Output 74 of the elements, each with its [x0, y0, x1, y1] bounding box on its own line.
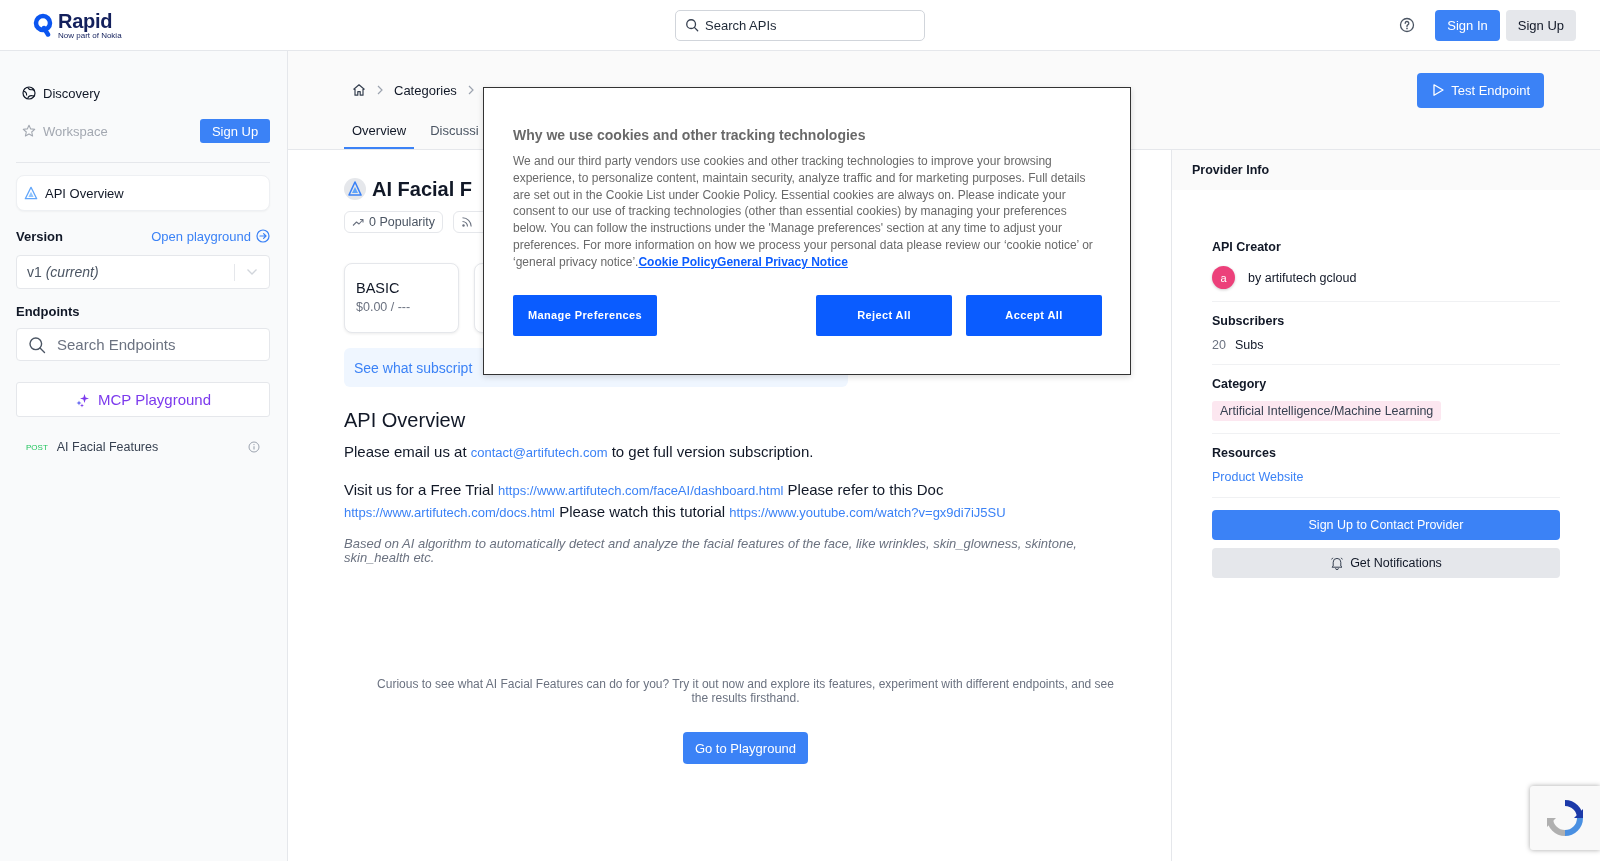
- policy-link[interactable]: Cookie Policy: [638, 254, 718, 269]
- test-endpoint-button[interactable]: Test Endpoint: [1417, 72, 1544, 108]
- chevron-down-icon: [246, 268, 258, 276]
- arrow-circle-icon: [256, 229, 270, 243]
- version-select[interactable]: v1 (current): [16, 255, 270, 289]
- section-label: Category: [1212, 377, 1268, 391]
- star-icon: [22, 124, 36, 138]
- globe-icon: [22, 86, 36, 100]
- method-label: POST: [26, 442, 48, 452]
- category-tag[interactable]: Artificial Intelligence/Machine Learning: [1212, 401, 1442, 421]
- trend-up-icon: [352, 216, 364, 228]
- plan-price: $0.00 / ---: [356, 300, 412, 314]
- mcp-playground-button[interactable]: MCP Playground: [16, 382, 270, 417]
- header-button[interactable]: Sign In: [1435, 9, 1500, 41]
- circular-arrows-icon: [1545, 798, 1585, 838]
- captcha-badge[interactable]: [1530, 786, 1600, 850]
- cookie-button[interactable]: Accept All: [966, 294, 1102, 336]
- triangle-logo-icon: [344, 178, 366, 200]
- paragraph: Please email us at contact@artifutech.com to get full version subscription.: [344, 442, 815, 462]
- subscriber-count: 20: [1212, 338, 1226, 352]
- endpoint-item[interactable]: POST AI Facial Features: [16, 437, 270, 457]
- section-heading: API Overview: [344, 409, 467, 432]
- creator-name: by artifutech gcloud: [1248, 270, 1357, 285]
- home-icon[interactable]: [352, 83, 366, 97]
- link[interactable]: https://www.artifutech.com/docs.html: [344, 505, 555, 520]
- nav-item[interactable]: API Overview: [16, 175, 270, 211]
- breadcrumb-link[interactable]: Categories: [394, 82, 457, 98]
- search-icon: [685, 18, 699, 32]
- link[interactable]: contact@artifutech.com: [470, 445, 608, 460]
- section-label: API Creator: [1212, 240, 1282, 254]
- description-text: Based on AI algorithm to automatically detect and analyze the facial features of the face, like wrinkles, skin_glowness, skintone, skin_health etc.: [344, 537, 1078, 565]
- chevron-right-icon: [376, 85, 384, 95]
- paragraph: Visit us for a Free Trial https://www.artifutech.com/faceAI/dashboard.html Please refer to this Doc https://www.artifutech.com/docs.html Please watch this tutorial https://www.youtube.com/watch?v=gx9di7iJ5SU: [344, 480, 1007, 522]
- cta-text: Curious to see what AI Facial Features can do for you? Try it out now and explore its features, experiment with different endpoints, and see the results firsthand.: [376, 677, 1115, 705]
- section-label: Version: [16, 228, 63, 244]
- endpoint-name: AI Facial Features: [56, 440, 160, 454]
- policy-link[interactable]: General Privacy Notice: [717, 254, 848, 269]
- link[interactable]: https://www.youtube.com/watch?v=gx9di7iJ5SU: [729, 505, 1006, 520]
- logo-wordmark: Rapid: [58, 10, 113, 31]
- tab[interactable]: Overview: [344, 114, 415, 149]
- section-label: Subscribers: [1212, 314, 1286, 328]
- link[interactable]: https://www.artifutech.com/faceAI/dashboard.html: [497, 483, 784, 498]
- section-label: Resources: [1212, 446, 1277, 460]
- cookie-button[interactable]: Manage Preferences: [513, 294, 657, 336]
- rss-icon: [461, 216, 473, 228]
- subscriber-unit: Subs: [1234, 338, 1264, 352]
- go-to-playground-button[interactable]: Go to Playground: [682, 732, 809, 764]
- dialog-title: Why we use cookies and other tracking technologies: [513, 127, 867, 143]
- header-button[interactable]: Sign Up: [1505, 9, 1576, 41]
- search-icon: [28, 335, 46, 354]
- nav-item[interactable]: Discovery: [16, 85, 101, 101]
- search-field[interactable]: Search APIs: [675, 9, 925, 41]
- api-title: AI Facial F: [372, 177, 473, 201]
- provider-button[interactable]: Get Notifications: [1212, 548, 1560, 578]
- logo-icon: [33, 13, 53, 37]
- plan-name: BASIC: [356, 280, 401, 296]
- triangle-logo-icon: [24, 186, 38, 200]
- open-playground-link[interactable]: Open playground: [151, 228, 270, 244]
- search-field[interactable]: Search Endpoints: [16, 328, 270, 361]
- cookie-button[interactable]: Reject All: [816, 294, 952, 336]
- stat-text: 0 Popularity: [369, 215, 435, 229]
- provider-button[interactable]: Sign Up to Contact Provider: [1212, 510, 1560, 540]
- product-website-link[interactable]: Product Website: [1212, 470, 1304, 484]
- play-icon: [1431, 83, 1446, 97]
- section-label: Endpoints: [16, 304, 81, 319]
- sign-up-button[interactable]: Sign Up: [200, 119, 270, 143]
- pricing-card[interactable]: BASIC $0.00 / ---: [344, 263, 459, 333]
- bell-icon: [1330, 556, 1345, 570]
- panel-header: Provider Info: [1172, 150, 1600, 190]
- help-icon[interactable]: [1399, 17, 1416, 33]
- tab[interactable]: Discussi: [422, 114, 487, 149]
- avatar: a: [1212, 266, 1235, 289]
- chevron-right-icon: [466, 85, 475, 95]
- cookie-notice-text: We and our third party vendors use cookies and other tracking technologies to improve your browsing experience, to personalize content, maintain security, analyze traffic and for marketing purposes. Full details are set out in the Cookie List under Cookie Policy. Essential cookies are always on. Please indicate your consent to our use of tracking technologies (other than essential cookies) by managing your preferences below. You can follow the instructions under the 'Manage preferences' section at any time to adjust your preferences. For more information on how we process your personal data please review our ‘cookie notice’ or ‘general privacy notice’.Cookie PolicyGeneral Privacy Notice: [513, 153, 1094, 271]
